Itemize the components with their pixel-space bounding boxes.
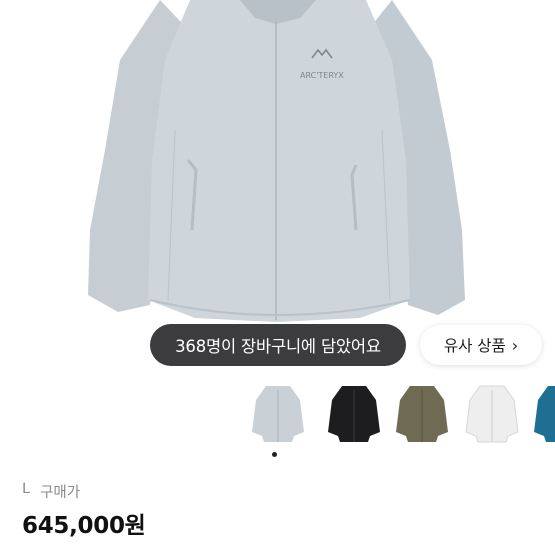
jacket-illustration bbox=[88, 0, 465, 322]
similar-products-label: 유사 상품 bbox=[443, 337, 506, 355]
similar-products-button[interactable]: 유사 상품 › bbox=[420, 325, 542, 365]
chevron-right-icon: › bbox=[511, 335, 519, 355]
image-pagination bbox=[272, 452, 277, 457]
product-image[interactable]: ARC'TERYX bbox=[0, 0, 555, 372]
cart-count-text: 368명이 장바구니에 담았어요 bbox=[175, 337, 381, 356]
thumbnail-white-jacket[interactable] bbox=[462, 380, 522, 450]
size-label: L bbox=[22, 481, 31, 497]
size-price-label-row: L 구매가 bbox=[22, 481, 80, 502]
price-value: 645,000원 bbox=[22, 513, 146, 539]
thumbnail-strip[interactable] bbox=[248, 380, 555, 450]
thumbnail-black-jacket[interactable] bbox=[324, 380, 384, 450]
cart-count-notice: 368명이 장바구니에 담았어요 bbox=[150, 324, 406, 366]
pagination-dot-active bbox=[272, 452, 277, 457]
purchase-price-label: 구매가 bbox=[40, 485, 81, 501]
thumbnail-blue-jacket[interactable] bbox=[530, 380, 555, 450]
thumbnail-olive-jacket[interactable] bbox=[392, 380, 452, 450]
thumbnail-light-grey-jacket[interactable] bbox=[248, 380, 308, 450]
